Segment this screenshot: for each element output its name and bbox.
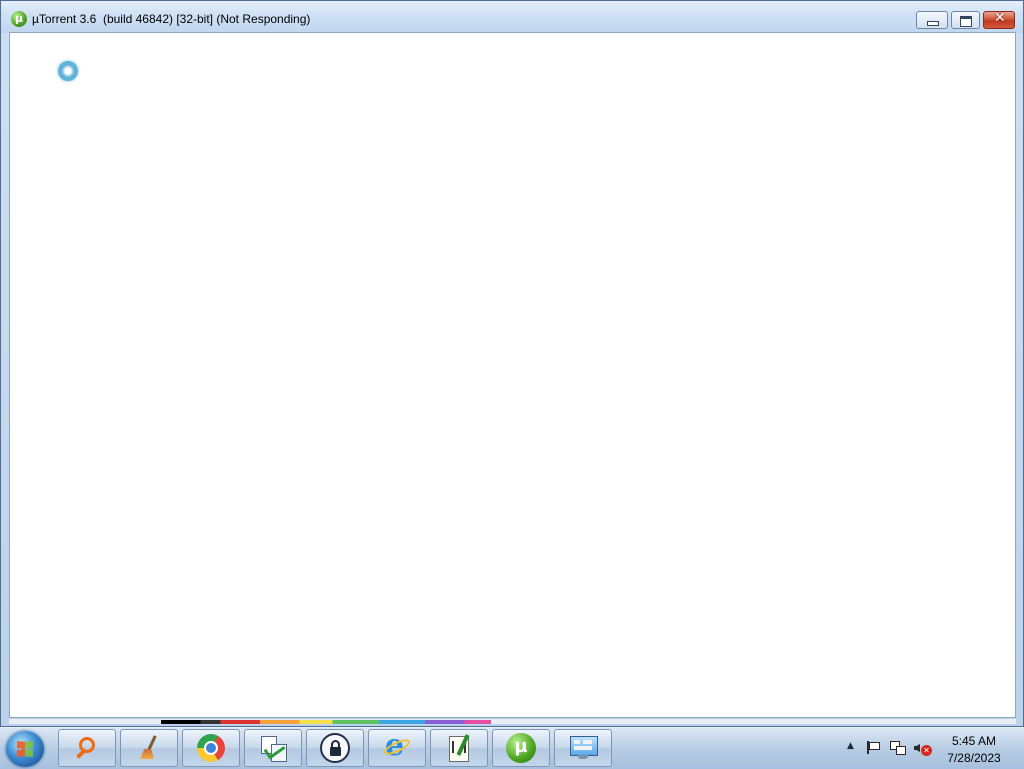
taskbar-vpn-lock[interactable]: [306, 729, 364, 767]
system-tray: ▲ ✕ 5:45 AM 7/28/2023: [842, 728, 1024, 769]
clock-date: 7/28/2023: [947, 751, 1001, 765]
chrome-icon: [197, 734, 225, 762]
show-hidden-icons-icon[interactable]: ▲: [847, 741, 854, 751]
taskbar: e µ ▲ ✕ 5:45 AM 7/28/2023: [0, 727, 1024, 769]
minimize-button[interactable]: [916, 11, 948, 29]
network-icon[interactable]: [890, 741, 906, 755]
taskbar-chrome[interactable]: [182, 729, 240, 767]
clock-time: 5:45 AM: [951, 734, 997, 748]
volume-muted-icon[interactable]: ✕: [914, 740, 932, 756]
taskbar-control-panel[interactable]: [554, 729, 612, 767]
taskbar-notepad[interactable]: [430, 729, 488, 767]
busy-cursor-icon: [58, 61, 78, 81]
sync-docs-icon: [259, 734, 287, 762]
magnifier-icon: [74, 735, 100, 761]
maximize-icon: [960, 16, 972, 27]
utorrent-icon[interactable]: µ: [11, 11, 27, 27]
clock[interactable]: 5:45 AM 7/28/2023: [939, 733, 1009, 767]
taskbar-sync-tool[interactable]: [244, 729, 302, 767]
window-title: µTorrent 3.6 (build 46842) [32-bit] (Not…: [32, 12, 311, 26]
ie-icon: e: [382, 728, 412, 763]
close-icon: ✕: [994, 10, 1006, 26]
taskbar-search-tool[interactable]: [58, 729, 116, 767]
color-strip: [161, 720, 491, 724]
minimize-icon: [927, 21, 939, 26]
maximize-button[interactable]: [951, 11, 980, 29]
utorrent-icon: µ: [506, 733, 536, 763]
lock-icon: [320, 733, 350, 763]
taskbar-internet-explorer[interactable]: e: [368, 728, 426, 767]
control-panel-icon: [568, 734, 598, 762]
window-client-area: [9, 32, 1016, 718]
utorrent-window: µ µTorrent 3.6 (build 46842) [32-bit] (N…: [0, 0, 1024, 727]
broom-icon: [136, 735, 162, 761]
start-button[interactable]: [6, 731, 44, 767]
action-center-flag-icon[interactable]: [867, 741, 880, 754]
notepad-icon: [447, 734, 471, 762]
windows-logo-icon: [17, 741, 33, 757]
status-strip: [9, 719, 1016, 724]
title-bar[interactable]: µ µTorrent 3.6 (build 46842) [32-bit] (N…: [1, 1, 1023, 33]
taskbar-utorrent[interactable]: µ: [492, 729, 550, 767]
close-button[interactable]: ✕: [983, 10, 1015, 29]
taskbar-cleaner[interactable]: [120, 729, 178, 767]
